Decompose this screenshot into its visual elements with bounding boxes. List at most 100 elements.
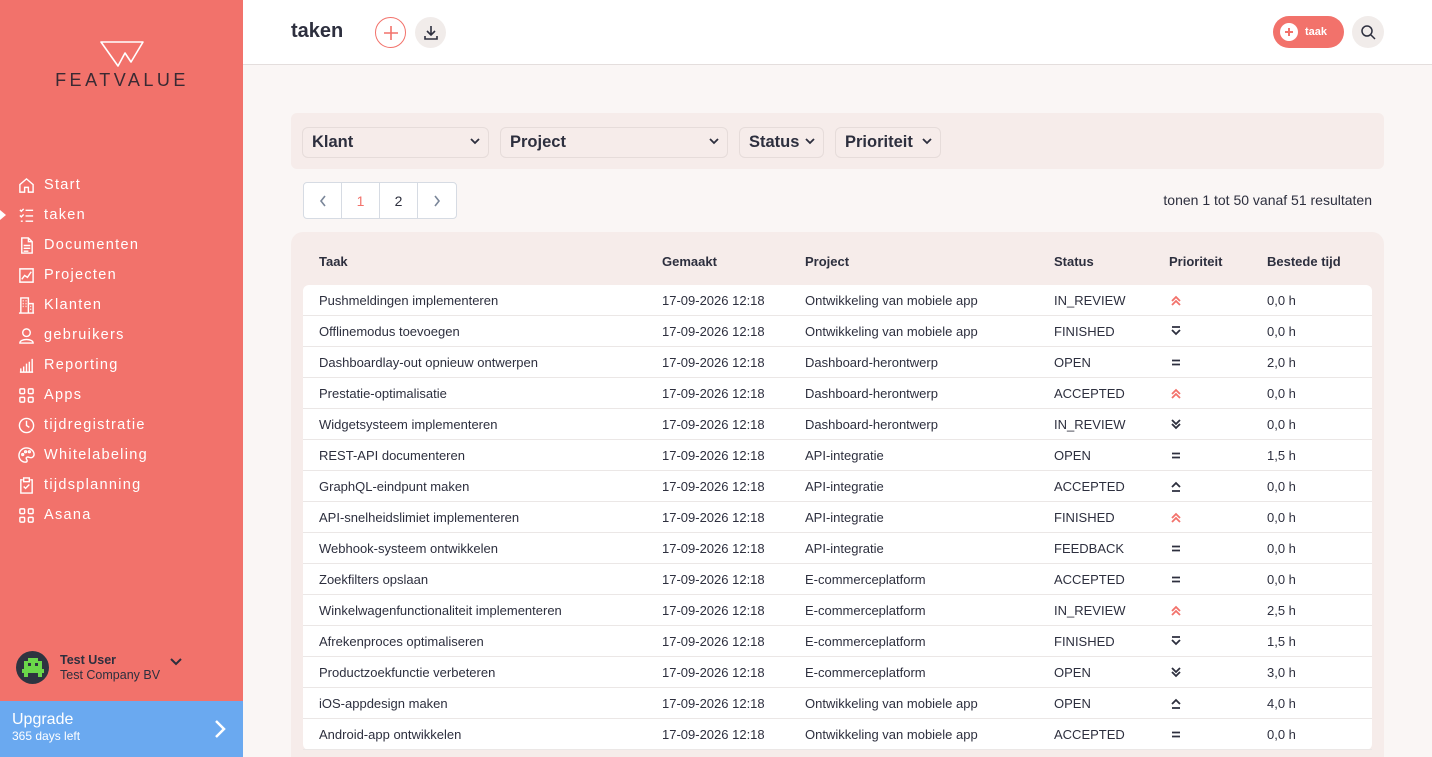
sidebar-item-apps[interactable]: Apps bbox=[0, 380, 243, 410]
cell-taak[interactable]: Winkelwagenfunctionaliteit implementeren bbox=[319, 603, 562, 618]
pagination-next[interactable] bbox=[418, 183, 456, 218]
cell-project: Dashboard-herontwerp bbox=[805, 386, 938, 401]
cell-bestede-tijd: 4,0 h bbox=[1267, 696, 1296, 711]
cell-taak[interactable]: Dashboardlay-out opnieuw ontwerpen bbox=[319, 355, 538, 370]
sidebar-item-label: taken bbox=[44, 207, 86, 223]
cell-gemaakt: 17-09-2026 12:18 bbox=[662, 386, 765, 401]
pagination-prev[interactable] bbox=[304, 183, 342, 218]
cell-gemaakt: 17-09-2026 12:18 bbox=[662, 572, 765, 587]
cell-taak[interactable]: API-snelheidslimiet implementeren bbox=[319, 510, 519, 525]
home-icon bbox=[17, 176, 35, 194]
search-icon bbox=[1361, 25, 1376, 40]
sidebar-item-asana[interactable]: Asana bbox=[0, 500, 243, 530]
new-task-button[interactable]: taak bbox=[1273, 16, 1344, 48]
user-icon bbox=[17, 326, 35, 344]
column-header-bestede-tijd[interactable]: Bestede tijd bbox=[1267, 254, 1341, 269]
chevron-down-icon[interactable] bbox=[170, 657, 182, 666]
table-row[interactable]: Offlinemodus toevoegen 17-09-2026 12:18 On… bbox=[303, 316, 1372, 347]
priority-high-icon bbox=[1171, 481, 1181, 492]
prioriteit-select[interactable]: Prioriteit bbox=[835, 127, 941, 158]
sidebar-item-taken[interactable]: taken bbox=[0, 200, 243, 230]
table-row[interactable]: Zoekfilters opslaan 17-09-2026 12:18 E-com… bbox=[303, 564, 1372, 595]
cell-taak[interactable]: Zoekfilters opslaan bbox=[319, 572, 428, 587]
table-row[interactable]: Widgetsysteem implementeren 17-09-2026 12… bbox=[303, 409, 1372, 440]
cell-taak[interactable]: Android-app ontwikkelen bbox=[319, 727, 461, 742]
sidebar-item-start[interactable]: Start bbox=[0, 170, 243, 200]
cell-bestede-tijd: 2,5 h bbox=[1267, 603, 1296, 618]
cell-status: OPEN bbox=[1054, 665, 1091, 680]
cell-taak[interactable]: Widgetsysteem implementeren bbox=[319, 417, 497, 432]
upgrade-banner[interactable]: Upgrade 365 days left bbox=[0, 701, 243, 757]
cell-bestede-tijd: 0,0 h bbox=[1267, 572, 1296, 587]
cell-taak[interactable]: iOS-appdesign maken bbox=[319, 696, 448, 711]
sidebar-item-gebruikers[interactable]: gebruikers bbox=[0, 320, 243, 350]
cell-status: OPEN bbox=[1054, 696, 1091, 711]
column-header-status[interactable]: Status bbox=[1054, 254, 1094, 269]
cell-status: FINISHED bbox=[1054, 510, 1115, 525]
status-select[interactable]: Status bbox=[739, 127, 824, 158]
cell-project: E-commerceplatform bbox=[805, 665, 926, 680]
table-row[interactable]: Productzoekfunctie verbeteren 17-09-2026 … bbox=[303, 657, 1372, 688]
cell-taak[interactable]: Offlinemodus toevoegen bbox=[319, 324, 460, 339]
table-row[interactable]: Prestatie-optimalisatie 17-09-2026 12:18 D… bbox=[303, 378, 1372, 409]
priority-highest-icon bbox=[1171, 388, 1181, 399]
plus-icon bbox=[383, 25, 398, 40]
table-row[interactable]: Webhook-systeem ontwikkelen 17-09-2026 12… bbox=[303, 533, 1372, 564]
table-row[interactable]: GraphQL-eindpunt maken 17-09-2026 12:18 AP… bbox=[303, 471, 1372, 502]
cell-status: ACCEPTED bbox=[1054, 386, 1125, 401]
column-header-project[interactable]: Project bbox=[805, 254, 849, 269]
column-header-prioriteit[interactable]: Prioriteit bbox=[1169, 254, 1222, 269]
sidebar-item-label: Documenten bbox=[44, 237, 140, 253]
table-row[interactable]: Afrekenproces optimaliseren 17-09-2026 12… bbox=[303, 626, 1372, 657]
column-header-taak[interactable]: Taak bbox=[319, 254, 348, 269]
table-row[interactable]: API-snelheidslimiet implementeren 17-09-2… bbox=[303, 502, 1372, 533]
table-row[interactable]: Pushmeldingen implementeren 17-09-2026 12… bbox=[303, 285, 1372, 316]
user-menu[interactable]: Test User Test Company BV bbox=[16, 651, 182, 684]
cell-taak[interactable]: Productzoekfunctie verbeteren bbox=[319, 665, 495, 680]
sidebar-item-reporting[interactable]: Reporting bbox=[0, 350, 243, 380]
pagination-page-1[interactable]: 1 bbox=[342, 183, 380, 218]
table-row[interactable]: Android-app ontwikkelen 17-09-2026 12:18 O… bbox=[303, 719, 1372, 750]
cell-taak[interactable]: Prestatie-optimalisatie bbox=[319, 386, 447, 401]
add-task-button[interactable] bbox=[375, 17, 406, 48]
cell-gemaakt: 17-09-2026 12:18 bbox=[662, 417, 765, 432]
priority-lowest-icon bbox=[1171, 636, 1181, 646]
sidebar-item-documenten[interactable]: Documenten bbox=[0, 230, 243, 260]
upgrade-title: Upgrade bbox=[12, 711, 74, 728]
sidebar-item-whitelabeling[interactable]: Whitelabeling bbox=[0, 440, 243, 470]
sidebar-item-klanten[interactable]: Klanten bbox=[0, 290, 243, 320]
cell-taak[interactable]: Pushmeldingen implementeren bbox=[319, 293, 498, 308]
sidebar-item-label: gebruikers bbox=[44, 327, 125, 343]
cell-taak[interactable]: REST-API documenteren bbox=[319, 448, 465, 463]
cell-taak[interactable]: Webhook-systeem ontwikkelen bbox=[319, 541, 498, 556]
cell-taak[interactable]: GraphQL-eindpunt maken bbox=[319, 479, 469, 494]
cell-project: Ontwikkeling van mobiele app bbox=[805, 696, 978, 711]
table-row[interactable]: iOS-appdesign maken 17-09-2026 12:18 Ontwi… bbox=[303, 688, 1372, 719]
sidebar-item-label: tijdsplanning bbox=[44, 477, 142, 493]
project-select[interactable]: Project bbox=[500, 127, 728, 158]
chevron-down-icon bbox=[470, 138, 480, 145]
table-header: Taak Gemaakt Project Status Prioriteit B… bbox=[291, 232, 1384, 284]
sidebar-item-projecten[interactable]: Projecten bbox=[0, 260, 243, 290]
table-row[interactable]: Winkelwagenfunctionaliteit implementeren… bbox=[303, 595, 1372, 626]
pagination-page-2[interactable]: 2 bbox=[380, 183, 418, 218]
sidebar-item-tijdregistratie[interactable]: tijdregistratie bbox=[0, 410, 243, 440]
download-button[interactable] bbox=[415, 17, 446, 48]
table-row[interactable]: Dashboardlay-out opnieuw ontwerpen 17-09-… bbox=[303, 347, 1372, 378]
cell-project: API-integratie bbox=[805, 510, 884, 525]
table-row[interactable]: REST-API documenteren 17-09-2026 12:18 API… bbox=[303, 440, 1372, 471]
search-button[interactable] bbox=[1352, 16, 1384, 48]
column-header-gemaakt[interactable]: Gemaakt bbox=[662, 254, 717, 269]
plus-icon bbox=[1280, 23, 1298, 41]
cell-status: IN_REVIEW bbox=[1054, 293, 1126, 308]
sidebar-item-tijdsplanning[interactable]: tijdsplanning bbox=[0, 470, 243, 500]
cell-status: ACCEPTED bbox=[1054, 727, 1125, 742]
cell-taak[interactable]: Afrekenproces optimaliseren bbox=[319, 634, 484, 649]
klant-select[interactable]: Klant bbox=[302, 127, 489, 158]
chart-icon bbox=[17, 266, 35, 284]
cell-project: E-commerceplatform bbox=[805, 634, 926, 649]
logo[interactable]: FEATVALUE bbox=[36, 40, 208, 91]
sidebar: FEATVALUE Start taken Documenten Projecten K… bbox=[0, 0, 243, 757]
cell-gemaakt: 17-09-2026 12:18 bbox=[662, 634, 765, 649]
table-body: Pushmeldingen implementeren 17-09-2026 12… bbox=[303, 285, 1372, 750]
